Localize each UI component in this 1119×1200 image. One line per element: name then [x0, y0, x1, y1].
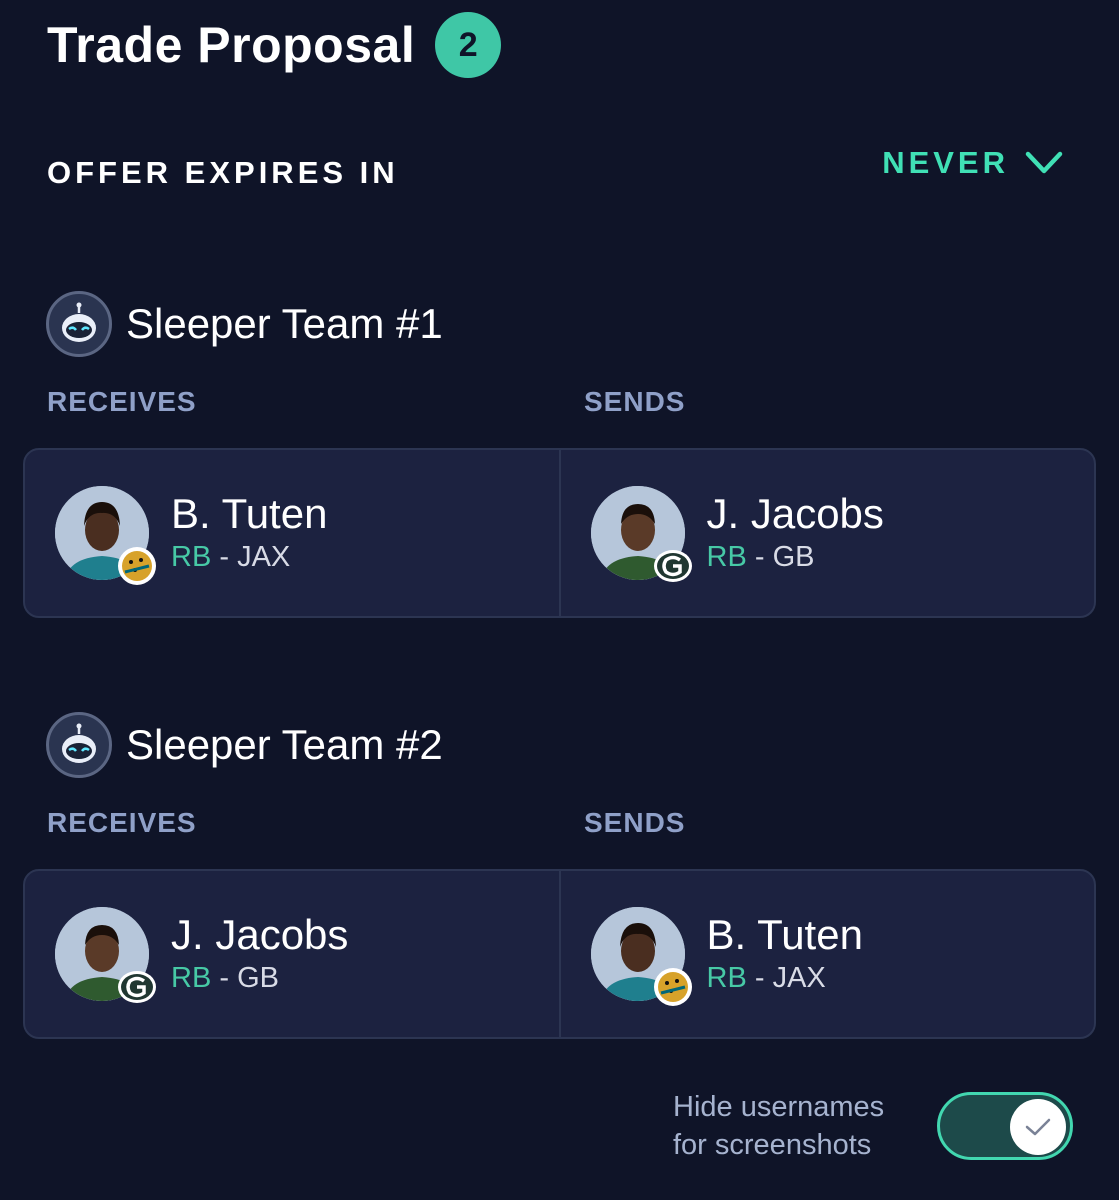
meta-separator: - [211, 962, 238, 994]
player-card-receives[interactable]: J. Jacobs RB - GB [25, 871, 561, 1037]
meta-separator: - [211, 541, 238, 573]
player-position: RB [171, 541, 212, 573]
player-meta: RB - GB [171, 959, 348, 997]
player-photo [590, 907, 692, 1006]
trade-card: B. Tuten RB - JAX J. Jacobs RB - GB [23, 448, 1096, 618]
meta-separator: - [746, 962, 773, 994]
player-name: B. Tuten [706, 911, 863, 958]
page-header: Trade Proposal 2 [47, 12, 502, 78]
team-name: Sleeper Team #1 [126, 300, 443, 347]
player-card-sends[interactable]: J. Jacobs RB - GB [561, 450, 1095, 616]
player-meta: RB - GB [707, 538, 884, 576]
player-name: J. Jacobs [706, 490, 884, 537]
sleeper-bot-icon [62, 302, 96, 342]
team-name: Sleeper Team #2 [126, 721, 443, 768]
receives-label: RECEIVES [47, 807, 197, 838]
toggle-knob [1010, 1099, 1066, 1155]
player-name: B. Tuten [171, 490, 328, 537]
packers-logo-icon [118, 971, 156, 1003]
player-photo [55, 907, 156, 1003]
player-team: JAX [237, 541, 291, 573]
hide-usernames-label: Hide usernames for screenshots [673, 1091, 885, 1161]
player-name: J. Jacobs [171, 911, 349, 958]
trade-card: J. Jacobs RB - GB B. Tuten RB - JAX [23, 869, 1096, 1039]
player-position: RB [706, 541, 747, 573]
receives-label: RECEIVES [47, 386, 197, 417]
sends-label: SENDS [584, 807, 686, 838]
player-team: GB [772, 541, 815, 573]
player-photo [590, 486, 692, 582]
player-meta: RB - JAX [171, 538, 327, 576]
player-card-sends[interactable]: B. Tuten RB - JAX [561, 871, 1095, 1037]
player-card-receives[interactable]: B. Tuten RB - JAX [25, 450, 561, 616]
player-photo [55, 486, 156, 585]
jaguars-logo-icon [653, 968, 692, 1006]
player-position: RB [171, 962, 212, 994]
packers-logo-icon [653, 550, 692, 582]
team-avatar [46, 712, 112, 778]
player-team: GB [237, 962, 279, 994]
page-title: Trade Proposal [47, 17, 416, 73]
hide-usernames-setting: Hide usernames for screenshots [673, 1088, 1073, 1164]
team-header: Sleeper Team #1 [46, 290, 443, 358]
jaguars-logo-icon [118, 547, 156, 585]
offer-expires-dropdown[interactable]: NEVER [882, 145, 1063, 181]
offer-expires-value: NEVER [882, 145, 1009, 180]
player-meta: RB - JAX [707, 959, 863, 997]
proposal-count-badge: 2 [435, 12, 502, 78]
sleeper-bot-icon [62, 723, 96, 763]
team-header: Sleeper Team #2 [46, 711, 443, 779]
player-position: RB [706, 962, 747, 994]
chevron-down-icon [1025, 151, 1063, 174]
player-team: JAX [772, 962, 826, 994]
meta-separator: - [746, 541, 773, 573]
offer-expires-label: OFFER EXPIRES IN [47, 155, 399, 190]
check-icon [1025, 1118, 1051, 1136]
sends-label: SENDS [584, 386, 686, 417]
hide-usernames-toggle[interactable] [937, 1092, 1073, 1160]
team-avatar [46, 291, 112, 357]
